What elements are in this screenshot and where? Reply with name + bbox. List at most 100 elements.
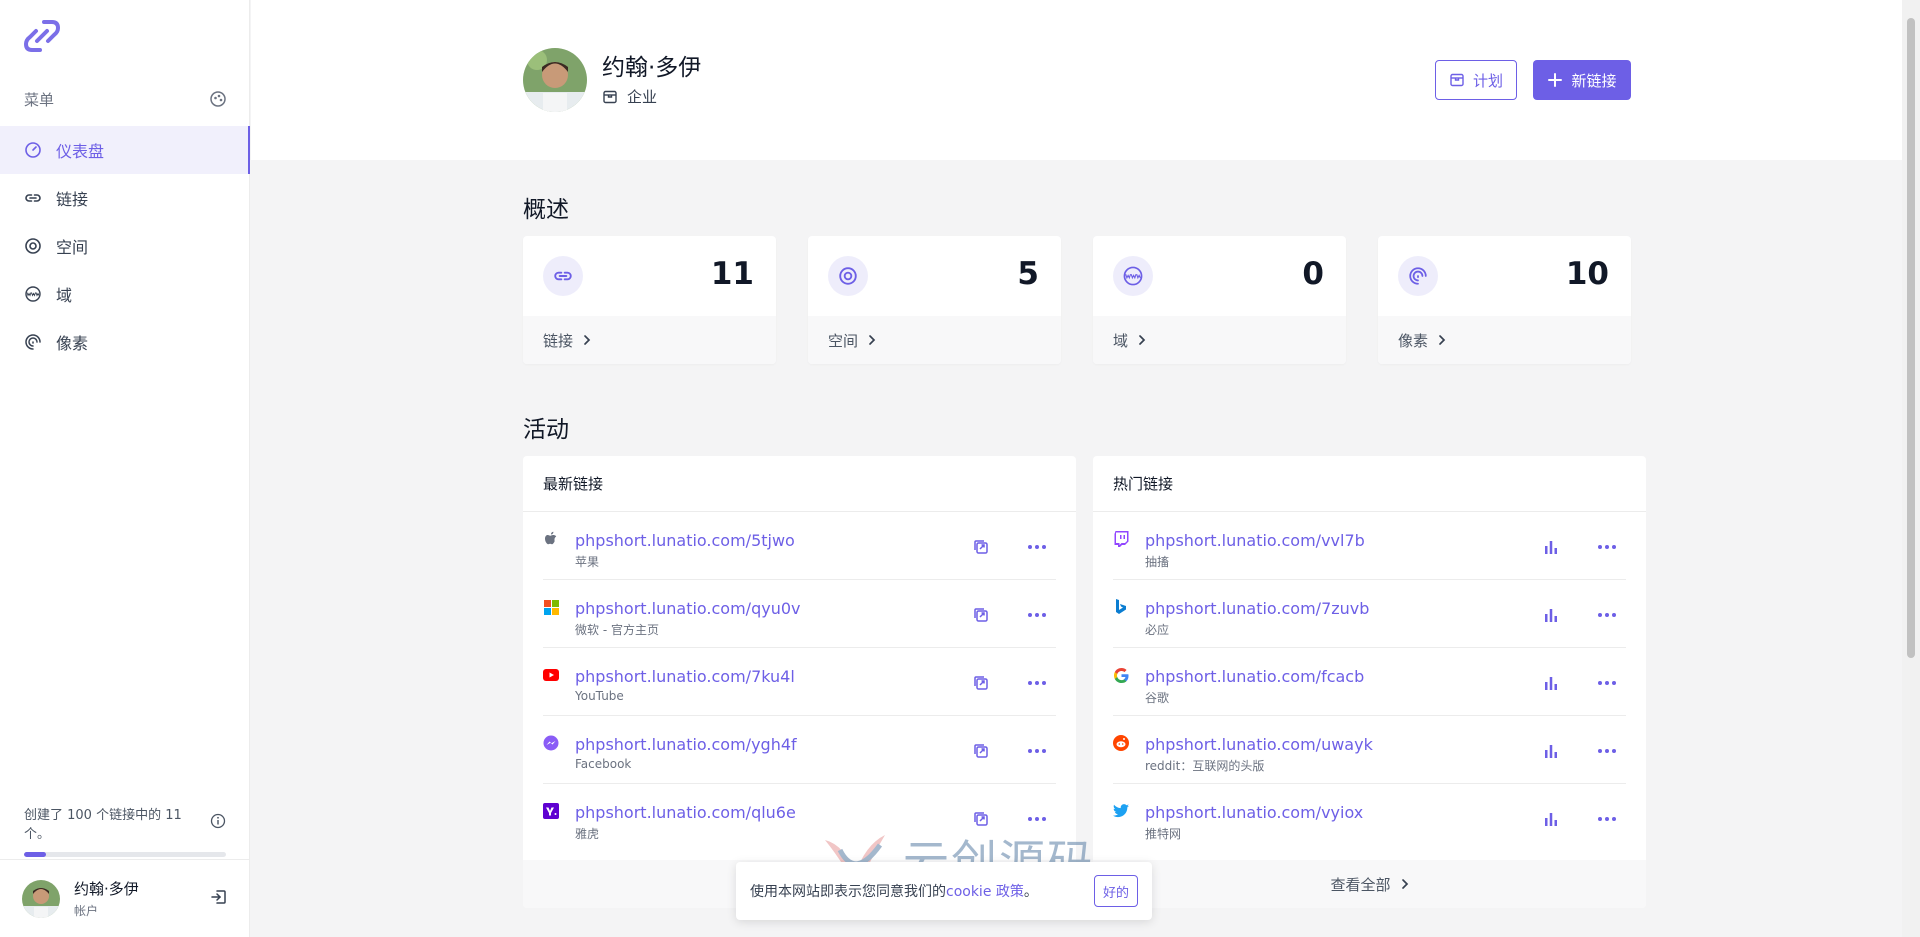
link-icon: [543, 256, 583, 296]
stat-value: 0: [1302, 256, 1324, 292]
cookie-policy-link[interactable]: cookie 政策: [946, 881, 1024, 901]
usage-meter: 创建了 100 个链接中的 11 个。: [24, 804, 226, 857]
cookie-accept-button[interactable]: 好的: [1094, 875, 1138, 907]
more-options-icon[interactable]: [1596, 742, 1618, 760]
sidebar-item-spaces[interactable]: 空间: [0, 222, 250, 270]
link-title: 推特网: [1145, 827, 1182, 841]
theme-toggle-icon[interactable]: [209, 90, 227, 108]
stats-icon[interactable]: [1542, 742, 1560, 760]
usage-progress-fill: [24, 852, 47, 857]
more-options-icon[interactable]: [1026, 742, 1048, 760]
pixel-icon: [24, 333, 42, 351]
youtube-icon: [543, 667, 559, 683]
chevron-right-icon: [1139, 335, 1146, 345]
more-options-icon[interactable]: [1596, 606, 1618, 624]
short-link[interactable]: phpshort.lunatio.com/vvl7b: [1145, 531, 1365, 550]
package-icon: [603, 90, 617, 103]
view-all-link[interactable]: 查看全部: [1093, 860, 1646, 908]
menu-label: 菜单: [24, 90, 55, 109]
stat-label: 像素: [1398, 331, 1429, 350]
link-title: YouTube: [575, 689, 624, 703]
copy-icon[interactable]: [972, 674, 990, 692]
short-link[interactable]: phpshort.lunatio.com/qlu6e: [575, 803, 796, 822]
short-link[interactable]: phpshort.lunatio.com/uwayk: [1145, 735, 1373, 754]
sidebar-item-domains[interactable]: 域: [0, 270, 250, 318]
link-title: 必应: [1145, 623, 1170, 637]
plan-button[interactable]: 计划: [1435, 60, 1517, 100]
page-header: 约翰·多伊 企业 计划 新链接: [251, 0, 1902, 160]
more-options-icon[interactable]: [1026, 810, 1048, 828]
sidebar-item-label: 仪表盘: [56, 142, 105, 161]
stat-label: 空间: [828, 331, 859, 350]
messenger-icon: [543, 735, 559, 751]
plan-indicator: 企业: [602, 86, 657, 107]
link-title: Facebook: [575, 757, 632, 771]
stat-link[interactable]: 域: [1093, 316, 1346, 364]
stat-link[interactable]: 链接: [523, 316, 776, 364]
stats-icon[interactable]: [1542, 606, 1560, 624]
more-options-icon[interactable]: [1026, 538, 1048, 556]
more-options-icon[interactable]: [1596, 538, 1618, 556]
stat-card-spaces: 5 空间: [808, 236, 1061, 364]
short-link[interactable]: phpshort.lunatio.com/7ku4l: [575, 667, 795, 686]
new-link-button[interactable]: 新链接: [1533, 60, 1631, 100]
link-title: 谷歌: [1145, 691, 1170, 705]
panel-title: 最新链接: [523, 456, 1076, 512]
stat-link[interactable]: 像素: [1378, 316, 1631, 364]
chevron-right-icon: [584, 335, 591, 345]
package-icon: [1450, 73, 1464, 87]
link-title: 苹果: [575, 555, 600, 569]
more-options-icon[interactable]: [1026, 674, 1048, 692]
stat-label: 域: [1113, 331, 1129, 350]
more-options-icon[interactable]: [1596, 810, 1618, 828]
logout-icon[interactable]: [210, 888, 228, 910]
copy-icon[interactable]: [972, 538, 990, 556]
more-options-icon[interactable]: [1026, 606, 1048, 624]
chevron-right-icon: [1439, 335, 1446, 345]
short-link[interactable]: phpshort.lunatio.com/7zuvb: [1145, 599, 1369, 618]
stats-icon[interactable]: [1542, 674, 1560, 692]
short-link[interactable]: phpshort.lunatio.com/qyu0v: [575, 599, 800, 618]
sidebar-user[interactable]: 约翰·多伊 帐户: [0, 859, 250, 937]
short-link[interactable]: phpshort.lunatio.com/vyiox: [1145, 803, 1363, 822]
short-link[interactable]: phpshort.lunatio.com/ygh4f: [575, 735, 797, 754]
copy-icon[interactable]: [972, 742, 990, 760]
target-icon: [828, 256, 868, 296]
sidebar-item-pixels[interactable]: 像素: [0, 318, 250, 366]
copy-icon[interactable]: [972, 606, 990, 624]
stat-value: 5: [1017, 256, 1039, 292]
sidebar-item-label: 空间: [56, 238, 89, 257]
sidebar-item-dashboard[interactable]: 仪表盘: [0, 126, 250, 174]
usage-text: 创建了 100 个链接中的 11 个。: [24, 808, 182, 842]
apple-icon: [543, 531, 559, 547]
sidebar-nav: 仪表盘 链接 空间 域 像素: [0, 126, 250, 366]
short-link[interactable]: phpshort.lunatio.com/5tjwo: [575, 531, 795, 550]
short-link[interactable]: phpshort.lunatio.com/fcacb: [1145, 667, 1364, 686]
sidebar-item-label: 域: [56, 286, 73, 305]
link-title: 雅虎: [575, 827, 600, 841]
copy-icon[interactable]: [972, 810, 990, 828]
list-item: phpshort.lunatio.com/ygh4f Facebook: [543, 716, 1056, 784]
more-options-icon[interactable]: [1596, 674, 1618, 692]
chevron-right-icon: [1401, 879, 1408, 889]
microsoft-icon: [543, 599, 559, 615]
overview-title: 概述: [523, 197, 569, 223]
sidebar-item-links[interactable]: 链接: [0, 174, 250, 222]
scrollbar-thumb[interactable]: [1907, 18, 1915, 658]
list-item: phpshort.lunatio.com/fcacb 谷歌: [1113, 648, 1626, 716]
stats-icon[interactable]: [1542, 810, 1560, 828]
stat-value: 11: [710, 256, 754, 292]
sidebar-item-label: 链接: [56, 190, 89, 209]
google-icon: [1113, 667, 1129, 683]
yahoo-icon: [543, 803, 559, 819]
target-icon: [24, 237, 42, 255]
bing-icon: [1113, 599, 1129, 615]
stat-card-domains: 0 域: [1093, 236, 1346, 364]
logo-icon[interactable]: [22, 16, 62, 56]
view-all-label: 查看全部: [1330, 875, 1391, 894]
stats-icon[interactable]: [1542, 538, 1560, 556]
list-item: phpshort.lunatio.com/7zuvb 必应: [1113, 580, 1626, 648]
stat-link[interactable]: 空间: [808, 316, 1061, 364]
scrollbar[interactable]: [1902, 0, 1920, 937]
info-icon[interactable]: [210, 813, 226, 833]
